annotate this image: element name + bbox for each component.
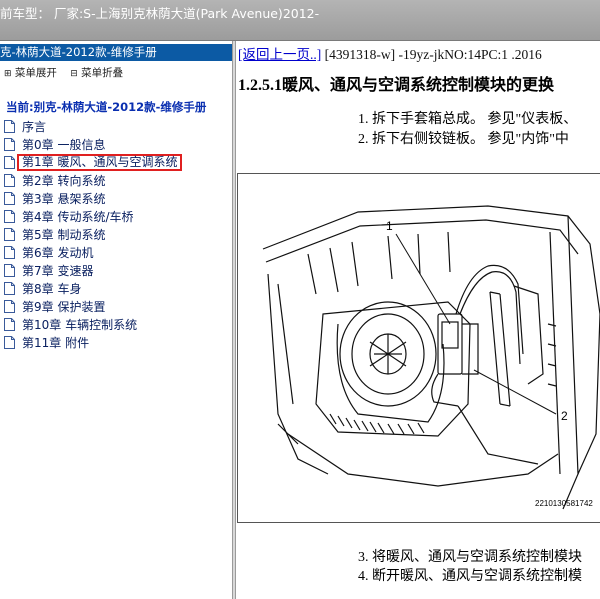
tree-item-chapter-7[interactable]: 第7章 变速器 xyxy=(4,261,232,279)
document-icon xyxy=(4,281,15,295)
tree-item-chapter-5[interactable]: 第5章 制动系统 xyxy=(4,225,232,243)
step-3: 3. 将暖风、通风与空调系统控制模块 xyxy=(358,550,582,565)
step-4: 4. 断开暖风、通风与空调系统控制模 xyxy=(358,569,582,584)
tree-item-label: 第8章 车身 xyxy=(22,281,82,296)
tree-item-label: 第11章 附件 xyxy=(22,335,90,350)
tree-item-label: 第2章 转向系统 xyxy=(22,173,106,188)
step-1: 1. 拆下手套箱总成。 参见"仪表板、 xyxy=(358,112,578,127)
window-title: 前车型： 厂家:S-上海别克林荫大道(Park Avenue)2012- xyxy=(0,6,320,21)
tree-item-label: 第6章 发动机 xyxy=(22,245,94,260)
doc-id: [4391318-w] -19yz-jkNO:14PC:1 .2016 xyxy=(321,47,542,62)
document-icon xyxy=(4,119,15,133)
tree-item-chapter-3[interactable]: 第3章 悬架系统 xyxy=(4,189,232,207)
tree-item-label: 第4章 传动系统/车桥 xyxy=(22,209,134,224)
tree-item-label: 第9章 保护装置 xyxy=(22,299,106,314)
document-icon xyxy=(4,191,15,205)
tree-item-label: 序言 xyxy=(22,119,47,134)
document-icon xyxy=(4,335,15,349)
step-2: 2. 拆下右侧铰链板。 参见"内饰"中 xyxy=(358,132,569,147)
document-icon xyxy=(4,317,15,331)
tree-item-label: 第7章 变速器 xyxy=(22,263,94,278)
figure-id: 2210130581742 xyxy=(535,499,593,508)
collapse-menu-button[interactable]: ⊟ 菜单折叠 xyxy=(70,67,123,79)
tree-item-chapter-8[interactable]: 第8章 车身 xyxy=(4,279,232,297)
tree-item-label: 第0章 一般信息 xyxy=(22,137,106,152)
hvac-module-illustration: 1 2 xyxy=(262,205,600,510)
document-icon xyxy=(4,227,15,241)
doc-header: [返回上一页..] [4391318-w] -19yz-jkNO:14PC:1 … xyxy=(238,43,542,63)
content-pane: [返回上一页..] [4391318-w] -19yz-jkNO:14PC:1 … xyxy=(236,41,600,599)
tree-item-label: 第3章 悬架系统 xyxy=(22,191,106,206)
document-icon xyxy=(4,209,15,223)
callout-2: 2 xyxy=(561,409,568,423)
tree-item-chapter-1[interactable]: 第1章 暖风、通风与空调系统 xyxy=(4,153,232,171)
tree-item-chapter-2[interactable]: 第2章 转向系统 xyxy=(4,171,232,189)
document-icon xyxy=(4,299,15,313)
tree-item-label: 第1章 暖风、通风与空调系统 xyxy=(17,153,183,171)
document-icon xyxy=(4,173,15,187)
document-icon xyxy=(4,137,15,151)
tree-item-chapter-4[interactable]: 第4章 传动系统/车桥 xyxy=(4,207,232,225)
tree-item-chapter-0[interactable]: 第0章 一般信息 xyxy=(4,135,232,153)
tree-toolbar: ⊞ 菜单展开 ⊟ 菜单折叠 xyxy=(4,65,123,80)
chapter-tree: 序言 第0章 一般信息 第1章 暖风、通风与空调系统 第2章 转向系统 第3章 … xyxy=(4,117,232,351)
figure-frame: 1 2 xyxy=(237,173,600,523)
sidebar: 克-林荫大道-2012款-维修手册 ⊞ 菜单展开 ⊟ 菜单折叠 当前:别克-林荫… xyxy=(0,41,232,599)
tree-item-chapter-9[interactable]: 第9章 保护装置 xyxy=(4,297,232,315)
section-heading: 1.2.5.1暖风、通风与空调系统控制模块的更换 xyxy=(238,77,555,94)
document-icon xyxy=(4,155,15,169)
window-title-bar: 前车型： 厂家:S-上海别克林荫大道(Park Avenue)2012- xyxy=(0,0,600,41)
collapse-icon: ⊟ xyxy=(70,69,78,79)
back-link[interactable]: [返回上一页..] xyxy=(238,47,321,62)
tree-item-chapter-10[interactable]: 第10章 车辆控制系统 xyxy=(4,315,232,333)
expand-menu-button[interactable]: ⊞ 菜单展开 xyxy=(4,67,60,79)
tree-item-label: 第5章 制动系统 xyxy=(22,227,106,242)
current-location: 当前:别克-林荫大道-2012款-维修手册 xyxy=(6,100,207,114)
tree-item-chapter-6[interactable]: 第6章 发动机 xyxy=(4,243,232,261)
tree-item-preface[interactable]: 序言 xyxy=(4,117,232,135)
expand-icon: ⊞ xyxy=(4,69,12,79)
document-icon xyxy=(4,263,15,277)
callout-1: 1 xyxy=(386,219,393,233)
document-icon xyxy=(4,245,15,259)
manual-title-bar: 克-林荫大道-2012款-维修手册 xyxy=(0,44,232,61)
tree-item-label: 第10章 车辆控制系统 xyxy=(22,317,138,332)
tree-item-chapter-11[interactable]: 第11章 附件 xyxy=(4,333,232,351)
